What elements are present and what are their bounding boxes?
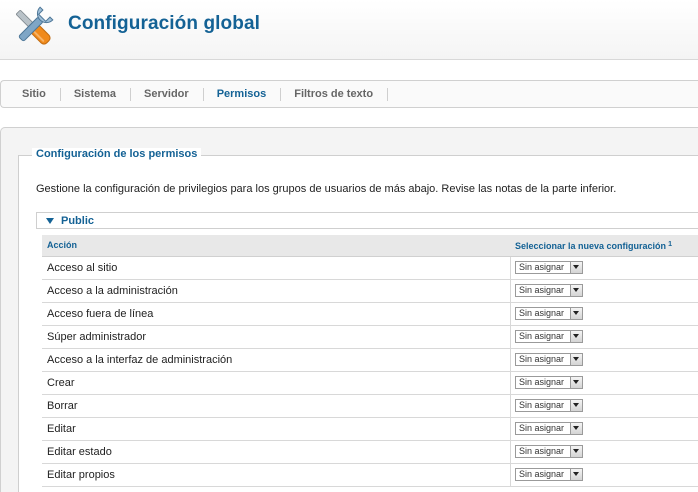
action-label: Acceso fuera de línea	[47, 308, 154, 320]
chevron-down-icon	[570, 308, 582, 319]
action-label: Editar	[47, 423, 76, 435]
tab-sistema[interactable]: Sistema	[61, 88, 132, 101]
table-row: Acceso a la administración Sin asignar	[42, 280, 698, 303]
action-label: Acceso al sitio	[47, 262, 118, 274]
select-value: Sin asignar	[519, 354, 565, 364]
permission-select[interactable]: Sin asignar	[515, 422, 583, 435]
select-value: Sin asignar	[519, 400, 565, 410]
action-label: Editar estado	[47, 446, 112, 458]
page-header: Configuración global	[0, 0, 698, 60]
permission-select[interactable]: Sin asignar	[515, 330, 583, 343]
table-row: Súper administrador Sin asignar	[42, 326, 698, 349]
tab-bar: Sitio Sistema Servidor Permisos Filtros …	[0, 80, 698, 108]
permission-select[interactable]: Sin asignar	[515, 399, 583, 412]
permission-select[interactable]: Sin asignar	[515, 353, 583, 366]
select-value: Sin asignar	[519, 308, 565, 318]
table-row: Editar propios Sin asignar	[42, 464, 698, 487]
chevron-down-icon	[570, 423, 582, 434]
table-header: Acción Seleccionar la nueva configuració…	[42, 235, 698, 257]
table-row: Crear Sin asignar	[42, 372, 698, 395]
table-row: Editar estado Sin asignar	[42, 441, 698, 464]
chevron-down-icon	[570, 354, 582, 365]
chevron-down-icon	[570, 400, 582, 411]
table-row: Borrar Sin asignar	[42, 395, 698, 418]
chevron-down-icon	[570, 262, 582, 273]
select-value: Sin asignar	[519, 331, 565, 341]
select-value: Sin asignar	[519, 285, 565, 295]
permission-select[interactable]: Sin asignar	[515, 445, 583, 458]
permissions-description: Gestione la configuración de privilegios…	[36, 183, 617, 195]
group-title: Public	[61, 215, 95, 227]
action-label: Acceso a la interfaz de administración	[47, 354, 233, 366]
select-value: Sin asignar	[519, 469, 565, 479]
column-header-action: Acción	[47, 240, 78, 250]
footnote-marker: 1	[668, 241, 672, 248]
chevron-down-icon	[570, 285, 582, 296]
group-panel-public[interactable]: Public	[36, 212, 698, 229]
select-value: Sin asignar	[519, 262, 565, 272]
chevron-down-icon	[570, 331, 582, 342]
permission-select[interactable]: Sin asignar	[515, 376, 583, 389]
action-label: Acceso a la administración	[47, 285, 178, 297]
action-label: Editar propios	[47, 469, 115, 481]
chevron-down-icon	[570, 446, 582, 457]
table-row: Acceso a la interfaz de administración S…	[42, 349, 698, 372]
tools-icon	[16, 6, 54, 45]
permission-select[interactable]: Sin asignar	[515, 261, 583, 274]
permissions-table: Acción Seleccionar la nueva configuració…	[42, 235, 698, 487]
chevron-down-icon	[570, 469, 582, 480]
permission-select[interactable]: Sin asignar	[515, 468, 583, 481]
table-row: Acceso fuera de línea Sin asignar	[42, 303, 698, 326]
permission-select[interactable]: Sin asignar	[515, 284, 583, 297]
column-header-setting: Seleccionar la nueva configuración 1	[515, 241, 672, 251]
action-label: Borrar	[47, 400, 78, 412]
select-value: Sin asignar	[519, 377, 565, 387]
page-title: Configuración global	[68, 13, 260, 34]
table-row: Acceso al sitio Sin asignar	[42, 257, 698, 280]
select-value: Sin asignar	[519, 446, 565, 456]
column-header-setting-label: Seleccionar la nueva configuración	[515, 241, 667, 251]
tab-permisos[interactable]: Permisos	[204, 88, 282, 101]
triangle-down-icon	[46, 218, 54, 224]
select-value: Sin asignar	[519, 423, 565, 433]
table-row: Editar Sin asignar	[42, 418, 698, 441]
tab-servidor[interactable]: Servidor	[131, 88, 204, 101]
chevron-down-icon	[570, 377, 582, 388]
tab-sitio[interactable]: Sitio	[9, 88, 61, 101]
action-label: Súper administrador	[47, 331, 147, 343]
permissions-legend: Configuración de los permisos	[32, 148, 202, 160]
action-label: Crear	[47, 377, 75, 389]
tab-filtros-de-texto[interactable]: Filtros de texto	[281, 88, 389, 101]
permission-select[interactable]: Sin asignar	[515, 307, 583, 320]
